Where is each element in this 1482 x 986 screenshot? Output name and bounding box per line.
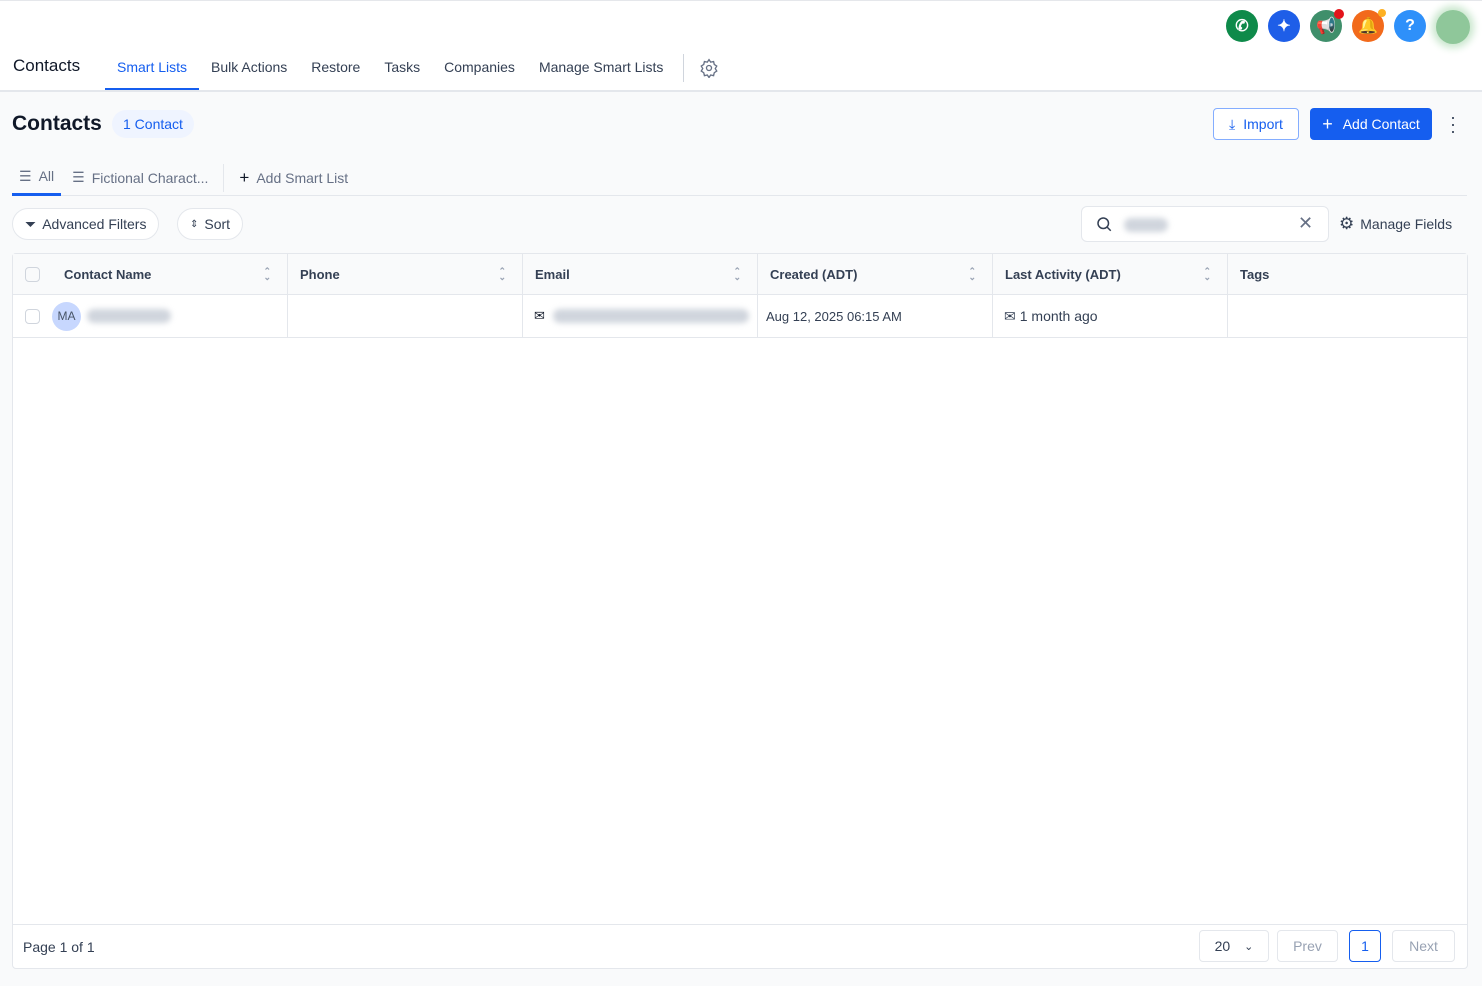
clear-search-icon[interactable]: ✕ [1298,213,1313,234]
manage-fields-button[interactable]: ⚙ Manage Fields [1339,214,1452,234]
column-phone[interactable]: Phone ⌃ ⌄ [288,254,523,294]
mail-icon: ✉ [1004,307,1016,324]
user-avatar[interactable] [1436,10,1470,44]
nav-bulk-actions[interactable]: Bulk Actions [199,47,299,90]
settings-gear-icon[interactable] [699,58,719,78]
page-size-value: 20 [1214,938,1231,954]
add-smart-list-button[interactable]: + Add Smart List [232,160,355,196]
last-activity-text: 1 month ago [1019,308,1098,324]
nav-manage-smart-lists[interactable]: Manage Smart Lists [527,47,676,90]
nav-divider [683,54,684,82]
ai-sparkle-icon[interactable]: ✦ [1268,10,1300,42]
sort-icon: ⇕ [190,218,199,230]
add-contact-label: Add Contact [1342,116,1420,132]
contact-avatar: MA [52,301,81,331]
header-actions: ✆ ✦ 📢 🔔 ? [1226,9,1470,44]
tab-all[interactable]: ☰ All [12,160,62,196]
import-button[interactable]: ⤓ Import [1213,108,1299,140]
gear-icon: ⚙ [1339,214,1355,233]
cell-phone [288,295,523,337]
mail-icon: ✉ [534,308,545,323]
contacts-table: Contact Name ⌃ ⌄ Phone ⌃ ⌄ Email ⌃ ⌄ Created (… [12,253,1468,969]
column-label: Contact Name [64,266,152,282]
table-row[interactable]: MA ✉ Aug 12, 2025 06:15 AM ✉ 1 month ago [13,295,1467,338]
bell-icon[interactable]: 🔔 [1352,9,1386,42]
top-bar: Contacts Smart Lists Bulk Actions Restor… [0,0,1482,92]
page-1-button[interactable]: 1 [1349,930,1381,962]
column-contact-name[interactable]: Contact Name ⌃ ⌄ [13,254,288,294]
advanced-filters-label: Advanced Filters [42,216,147,232]
cell-created: Aug 12, 2025 06:15 AM [758,295,993,337]
search-input[interactable]: ✕ [1081,206,1329,242]
tab-all-label: All [38,168,55,184]
sort-icon[interactable]: ⌃ ⌄ [968,267,976,282]
advanced-filters-button[interactable]: ⏷ Advanced Filters [12,208,160,240]
download-icon: ⤓ [1229,115,1236,132]
tab-fictional-label: Fictional Charact... [91,169,209,186]
sort-label: Sort [204,216,231,232]
contact-count-badge: 1 Contact [112,110,194,138]
phone-icon[interactable]: ✆ [1226,10,1258,42]
contact-name-redacted [87,309,171,323]
table-header: Contact Name ⌃ ⌄ Phone ⌃ ⌄ Email ⌃ ⌄ Created (… [13,254,1467,295]
column-tags: Tags [1228,254,1467,294]
pagination-bar: Page 1 of 1 20 ⌄ Prev 1 Next [13,924,1467,968]
more-options-icon[interactable]: · · · [1448,108,1458,140]
cell-last-activity: ✉ 1 month ago [993,295,1228,337]
main-nav: Smart Lists Bulk Actions Restore Tasks C… [105,47,675,90]
search-icon [1095,215,1113,233]
next-button[interactable]: Next [1392,930,1455,962]
smart-list-tabs: ☰ All ☰ Fictional Charact... + Add Smart Li… [12,160,1467,196]
list-icon: ☰ [72,169,85,185]
filter-icon: ⏷ [25,215,37,232]
megaphone-icon[interactable]: 📢 [1310,9,1344,42]
plus-icon: + [239,167,250,187]
nav-restore[interactable]: Restore [299,47,372,90]
plus-icon: + [1322,113,1333,134]
sort-icon[interactable]: ⌃ ⌄ [263,267,271,282]
column-label: Email [535,266,570,282]
cell-contact-name[interactable]: MA [13,295,288,337]
chevron-down-icon: ⌄ [1244,940,1254,953]
page-indicator: Page 1 of 1 [23,938,95,955]
select-all-checkbox[interactable] [25,266,40,282]
page-title: Contacts [12,112,102,135]
search-query-redacted [1124,218,1168,232]
manage-fields-label: Manage Fields [1360,216,1453,232]
sort-icon[interactable]: ⌃ ⌄ [1203,267,1211,282]
sort-button[interactable]: ⇕ Sort [177,208,244,240]
page-size-select[interactable]: 20 ⌄ [1199,930,1269,962]
column-email[interactable]: Email ⌃ ⌄ [523,254,758,294]
row-checkbox[interactable] [25,308,40,324]
app-title: Contacts [13,56,81,75]
import-label: Import [1243,116,1283,132]
list-icon: ☰ [19,167,32,184]
email-redacted [552,309,749,323]
column-label: Last Activity (ADT) [1005,266,1121,282]
prev-button[interactable]: Prev [1277,930,1338,962]
cell-email[interactable]: ✉ [523,295,758,337]
add-smart-list-label: Add Smart List [256,169,349,186]
column-label: Created (ADT) [770,266,858,282]
tab-divider [223,163,225,192]
nav-tasks[interactable]: Tasks [372,47,432,90]
help-icon[interactable]: ? [1394,10,1426,42]
cell-tags [1228,295,1467,337]
nav-smart-lists[interactable]: Smart Lists [105,47,200,90]
sort-icon[interactable]: ⌃ ⌄ [733,267,741,282]
column-last-activity[interactable]: Last Activity (ADT) ⌃ ⌄ [993,254,1228,294]
sort-icon[interactable]: ⌃ ⌄ [498,267,506,282]
column-label: Phone [300,266,340,282]
add-contact-button[interactable]: + Add Contact [1310,108,1432,140]
tab-fictional-characters[interactable]: ☰ Fictional Charact... [65,160,215,196]
column-label: Tags [1240,266,1270,282]
column-created[interactable]: Created (ADT) ⌃ ⌄ [758,254,993,294]
nav-companies[interactable]: Companies [432,47,527,90]
